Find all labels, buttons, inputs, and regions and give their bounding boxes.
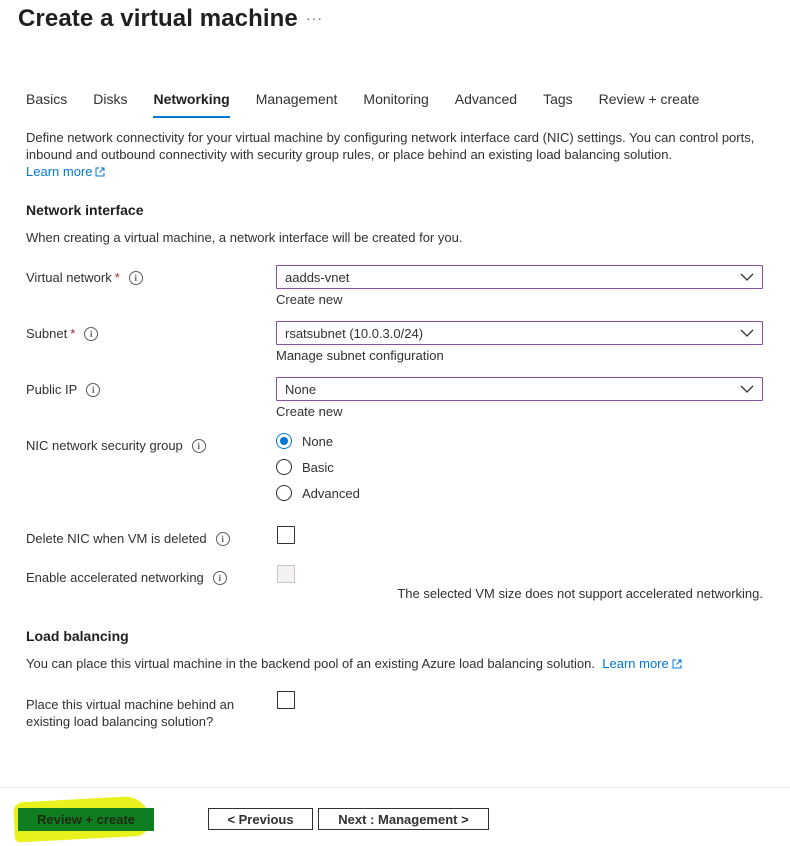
public-ip-value: None — [285, 381, 317, 397]
tab-management[interactable]: Management — [256, 88, 338, 118]
required-marker: * — [114, 270, 120, 285]
info-icon[interactable]: i — [191, 438, 206, 453]
chevron-down-icon — [740, 273, 754, 281]
subnet-dropdown[interactable]: rsatsubnet (10.0.3.0/24) — [276, 321, 763, 345]
place-behind-lb-line2: existing load balancing solution? — [26, 714, 214, 729]
nsg-option-advanced[interactable]: Advanced — [276, 485, 360, 501]
load-balancing-subtitle: You can place this virtual machine in th… — [26, 656, 682, 671]
virtual-network-dropdown[interactable]: aadds-vnet — [276, 265, 763, 289]
network-interface-heading: Network interface — [26, 202, 144, 218]
load-balancing-heading: Load balancing — [26, 628, 129, 644]
info-icon[interactable]: i — [215, 531, 230, 546]
review-create-button[interactable]: Review + create — [18, 808, 154, 831]
accel-net-label: Enable accelerated networking i — [26, 570, 227, 585]
info-icon[interactable]: i — [128, 270, 143, 285]
place-behind-lb-checkbox[interactable] — [277, 691, 295, 709]
page-description: Define network connectivity for your vir… — [26, 129, 771, 180]
nsg-label-text: NIC network security group — [26, 438, 183, 453]
footer-divider — [0, 787, 790, 788]
accel-net-checkbox — [277, 565, 295, 583]
tab-review-create[interactable]: Review + create — [599, 88, 700, 118]
public-ip-label: Public IP i — [26, 382, 101, 397]
create-new-vnet-link[interactable]: Create new — [276, 292, 342, 307]
previous-button[interactable]: < Previous — [208, 808, 313, 830]
more-options-button[interactable]: ··· — [306, 10, 323, 26]
subnet-value: rsatsubnet (10.0.3.0/24) — [285, 325, 424, 341]
delete-nic-label-text: Delete NIC when VM is deleted — [26, 531, 207, 546]
radio-button-selected[interactable] — [276, 433, 292, 449]
delete-nic-label: Delete NIC when VM is deleted i — [26, 531, 230, 546]
subnet-label-text: Subnet — [26, 326, 68, 341]
tab-basics[interactable]: Basics — [26, 88, 67, 118]
network-interface-subtitle: When creating a virtual machine, a netwo… — [26, 230, 463, 245]
virtual-network-label: Virtual network * i — [26, 270, 143, 285]
virtual-network-value: aadds-vnet — [285, 269, 350, 285]
public-ip-dropdown[interactable]: None — [276, 377, 763, 401]
virtual-network-label-text: Virtual network — [26, 270, 112, 285]
learn-more-label: Learn more — [26, 164, 93, 179]
next-management-button[interactable]: Next : Management > — [318, 808, 489, 830]
chevron-down-icon — [740, 329, 754, 337]
info-icon[interactable]: i — [86, 382, 101, 397]
external-link-icon — [95, 167, 105, 177]
load-balancing-subtitle-text: You can place this virtual machine in th… — [26, 656, 596, 671]
nsg-label: NIC network security group i — [26, 438, 206, 453]
nsg-option-basic[interactable]: Basic — [276, 459, 334, 475]
chevron-down-icon — [740, 385, 754, 393]
create-new-public-ip-link[interactable]: Create new — [276, 404, 342, 419]
load-balancing-learn-more-link[interactable]: Learn more — [602, 656, 682, 671]
learn-more-label: Learn more — [602, 656, 669, 671]
nsg-option-label: Advanced — [302, 485, 360, 501]
tab-tags[interactable]: Tags — [543, 88, 573, 118]
tab-advanced[interactable]: Advanced — [455, 88, 517, 118]
place-behind-lb-label: Place this virtual machine behind an exi… — [26, 696, 234, 730]
accel-net-label-text: Enable accelerated networking — [26, 570, 204, 585]
learn-more-link[interactable]: Learn more — [26, 164, 105, 179]
nsg-option-label: Basic — [302, 459, 334, 475]
public-ip-label-text: Public IP — [26, 382, 78, 397]
delete-nic-checkbox[interactable] — [277, 526, 295, 544]
tab-networking[interactable]: Networking — [153, 88, 230, 118]
tab-monitoring[interactable]: Monitoring — [363, 88, 428, 118]
tab-disks[interactable]: Disks — [93, 88, 127, 118]
required-marker: * — [70, 326, 76, 341]
subnet-label: Subnet * i — [26, 326, 99, 341]
info-icon[interactable]: i — [212, 570, 227, 585]
description-text: Define network connectivity for your vir… — [26, 130, 755, 162]
accel-net-note: The selected VM size does not support ac… — [397, 586, 763, 601]
external-link-icon — [672, 659, 682, 669]
manage-subnet-link[interactable]: Manage subnet configuration — [276, 348, 444, 363]
place-behind-lb-line1: Place this virtual machine behind an — [26, 697, 235, 712]
nsg-option-label: None — [302, 433, 334, 449]
tab-bar: Basics Disks Networking Management Monit… — [26, 88, 725, 118]
radio-button[interactable] — [276, 459, 292, 475]
nsg-option-none[interactable]: None — [276, 433, 333, 449]
info-icon[interactable]: i — [84, 326, 99, 341]
radio-button[interactable] — [276, 485, 292, 501]
page-title: Create a virtual machine — [18, 5, 298, 32]
